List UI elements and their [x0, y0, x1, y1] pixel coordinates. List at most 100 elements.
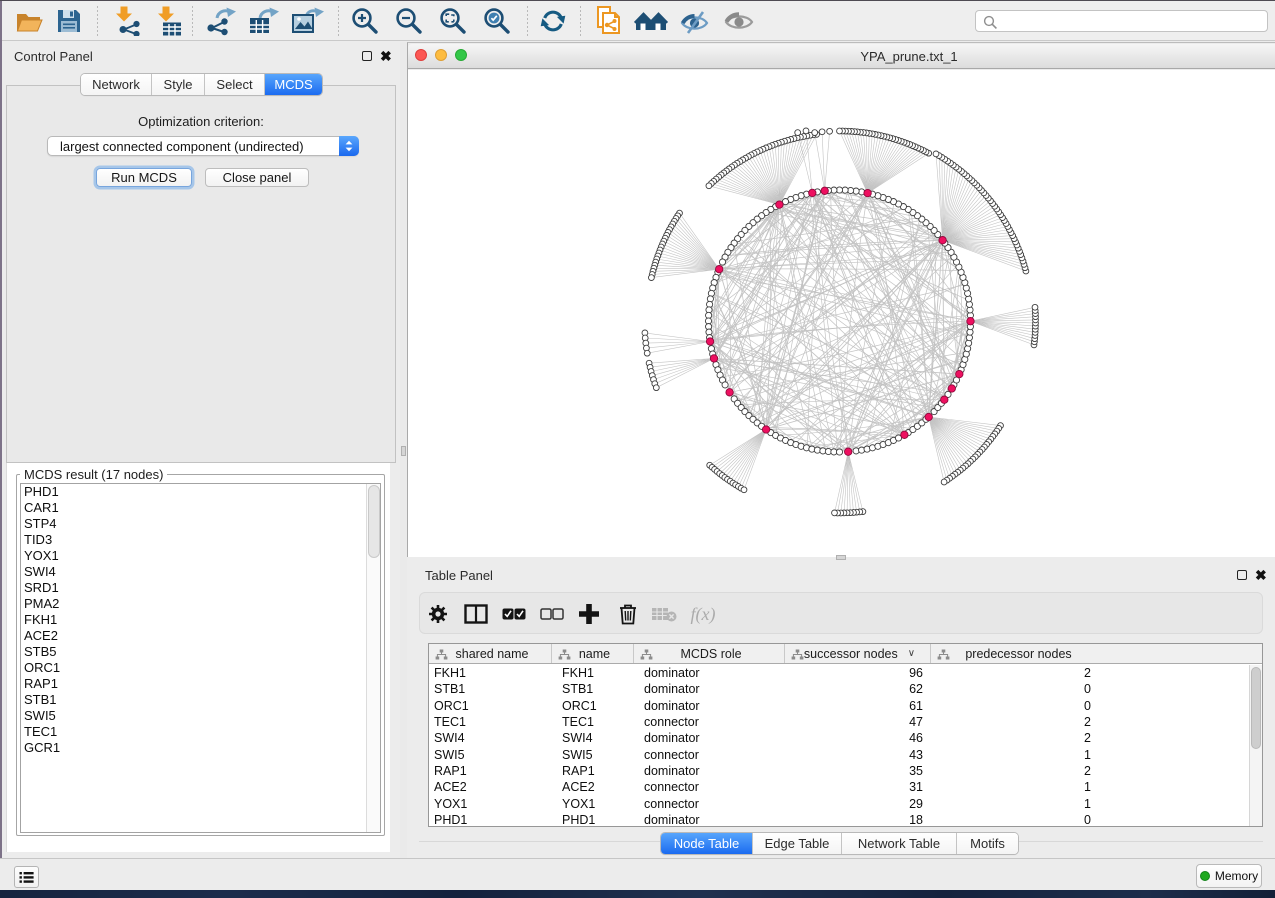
mcds-result-item[interactable]: TID3	[21, 532, 365, 548]
table-cell[interactable]: 61	[785, 699, 931, 713]
mcds-hub-node[interactable]	[762, 426, 769, 433]
select-all-columns-icon[interactable]	[499, 599, 529, 629]
status-menu-button[interactable]	[14, 866, 39, 888]
mcds-hub-node[interactable]	[941, 396, 948, 403]
mcds-hub-node[interactable]	[706, 338, 713, 345]
table-cell[interactable]: connector	[634, 797, 785, 811]
table-row[interactable]: SWI4SWI4dominator462	[429, 730, 1249, 746]
mcds-result-item[interactable]: STP4	[21, 516, 365, 532]
table-cell[interactable]: 2	[931, 666, 1102, 680]
table-cell[interactable]: dominator	[634, 731, 785, 745]
tab-select[interactable]: Select	[205, 74, 265, 95]
mcds-result-item[interactable]: YOX1	[21, 548, 365, 564]
mcds-result-item[interactable]: STB5	[21, 644, 365, 660]
memory-button[interactable]: Memory	[1196, 864, 1262, 888]
tab-node-table[interactable]: Node Table	[661, 833, 753, 854]
table-cell[interactable]: dominator	[634, 813, 785, 827]
table-cell[interactable]: 2	[931, 764, 1102, 778]
table-cell[interactable]: 31	[785, 780, 931, 794]
table-scrollbar[interactable]	[1249, 665, 1262, 826]
table-row[interactable]: STB1STB1dominator620	[429, 681, 1249, 697]
zoom-selected-icon[interactable]	[479, 4, 515, 38]
table-cell[interactable]: RAP1	[429, 764, 552, 778]
table-cell[interactable]: ORC1	[552, 699, 634, 713]
unselect-all-columns-icon[interactable]	[537, 599, 567, 629]
delete-table-icon[interactable]	[649, 599, 679, 629]
mcds-hub-node[interactable]	[925, 413, 932, 420]
show-all-icon[interactable]	[721, 4, 757, 38]
refresh-icon[interactable]	[535, 4, 571, 38]
table-cell[interactable]: PHD1	[552, 813, 634, 827]
table-cell[interactable]: FKH1	[552, 666, 634, 680]
table-cell[interactable]: 0	[931, 682, 1102, 696]
table-cell[interactable]: connector	[634, 780, 785, 794]
close-panel-icon[interactable]: ✖	[380, 50, 392, 62]
table-cell[interactable]: 62	[785, 682, 931, 696]
table-cell[interactable]: connector	[634, 715, 785, 729]
mcds-list-scrollbar-thumb[interactable]	[368, 485, 380, 558]
table-cell[interactable]: dominator	[634, 666, 785, 680]
table-cell[interactable]: YOX1	[429, 797, 552, 811]
table-cell[interactable]: SWI5	[429, 748, 552, 762]
network-canvas[interactable]	[408, 70, 1275, 558]
table-cell[interactable]: 29	[785, 797, 931, 811]
table-cell[interactable]: dominator	[634, 682, 785, 696]
import-network-icon[interactable]	[108, 4, 144, 38]
float-panel-icon[interactable]	[1237, 570, 1247, 580]
mcds-result-item[interactable]: SWI4	[21, 564, 365, 580]
table-cell[interactable]: STB1	[552, 682, 634, 696]
table-cell[interactable]: dominator	[634, 699, 785, 713]
column-header-predecessor-nodes[interactable]: predecessor nodes	[931, 644, 1102, 663]
mcds-result-item[interactable]: STB1	[21, 692, 365, 708]
mcds-hub-node[interactable]	[821, 187, 828, 194]
mcds-result-item[interactable]: RAP1	[21, 676, 365, 692]
mcds-result-item[interactable]: SWI5	[21, 708, 365, 724]
mcds-hub-node[interactable]	[716, 266, 723, 273]
duplicate-network-icon[interactable]	[591, 4, 627, 38]
table-cell[interactable]: dominator	[634, 764, 785, 778]
table-cell[interactable]: RAP1	[552, 764, 634, 778]
table-row[interactable]: ORC1ORC1dominator610	[429, 698, 1249, 714]
run-mcds-button[interactable]: Run MCDS	[96, 168, 192, 187]
table-cell[interactable]: 0	[931, 813, 1102, 827]
search-box[interactable]	[975, 10, 1268, 32]
table-cell[interactable]: 1	[931, 780, 1102, 794]
mcds-result-item[interactable]: PHD1	[21, 484, 365, 500]
hide-selected-icon[interactable]	[677, 4, 713, 38]
table-cell[interactable]: PHD1	[429, 813, 552, 827]
table-cell[interactable]: YOX1	[552, 797, 634, 811]
table-cell[interactable]: 35	[785, 764, 931, 778]
table-cell[interactable]: SWI4	[429, 731, 552, 745]
mcds-hub-node[interactable]	[776, 201, 783, 208]
mcds-result-item[interactable]: TEC1	[21, 724, 365, 740]
table-cell[interactable]: 1	[931, 748, 1102, 762]
export-table-icon[interactable]	[245, 4, 281, 38]
zoom-out-icon[interactable]	[391, 4, 427, 38]
zoom-in-icon[interactable]	[347, 4, 383, 38]
column-header-shared-name[interactable]: shared name	[429, 644, 552, 663]
table-cell[interactable]: 2	[931, 715, 1102, 729]
optimization-criterion-select[interactable]: largest connected component (undirected)	[47, 136, 359, 156]
table-cell[interactable]: 18	[785, 813, 931, 827]
mcds-result-item[interactable]: CAR1	[21, 500, 365, 516]
table-row[interactable]: TEC1TEC1connector472	[429, 714, 1249, 730]
first-neighbors-icon[interactable]	[634, 4, 670, 38]
column-header-name[interactable]: name	[552, 644, 634, 663]
column-header-MCDS-role[interactable]: MCDS role	[634, 644, 785, 663]
table-cell[interactable]: FKH1	[429, 666, 552, 680]
mcds-hub-node[interactable]	[939, 237, 946, 244]
table-cell[interactable]: 1	[931, 797, 1102, 811]
mcds-list-scrollbar[interactable]	[366, 484, 380, 832]
mcds-hub-node[interactable]	[948, 385, 955, 392]
settings-gear-icon[interactable]	[423, 599, 453, 629]
table-row[interactable]: RAP1RAP1dominator352	[429, 763, 1249, 779]
table-cell[interactable]: TEC1	[429, 715, 552, 729]
import-table-icon[interactable]	[150, 4, 186, 38]
mcds-hub-node[interactable]	[710, 355, 717, 362]
split-panel-icon[interactable]	[461, 599, 491, 629]
mcds-result-item[interactable]: GCR1	[21, 740, 365, 756]
mcds-hub-node[interactable]	[956, 370, 963, 377]
delete-icon[interactable]	[613, 599, 643, 629]
mcds-result-item[interactable]: PMA2	[21, 596, 365, 612]
table-scrollbar-thumb[interactable]	[1251, 667, 1261, 749]
